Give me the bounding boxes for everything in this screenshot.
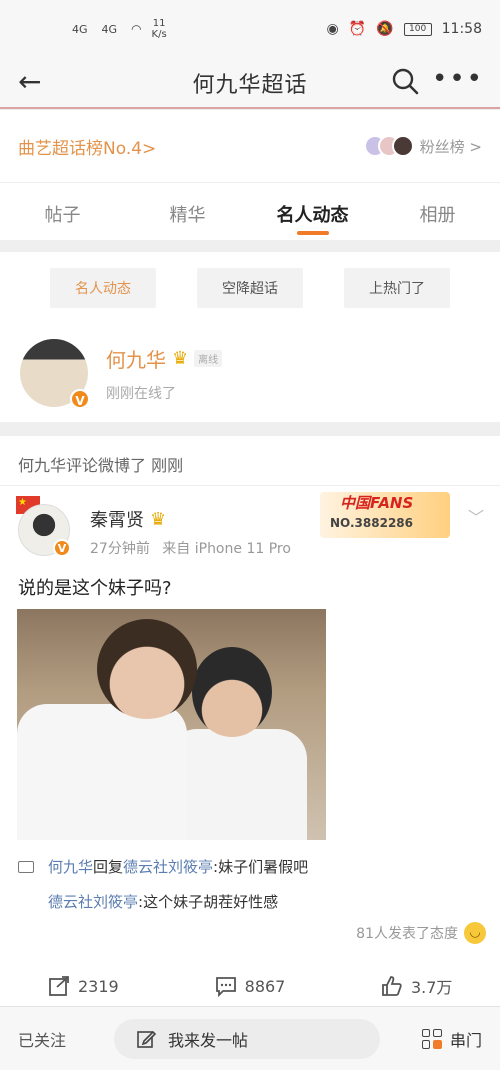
page-title: 何九华超话 xyxy=(192,73,308,98)
nav-divider xyxy=(0,107,500,109)
author-avatar[interactable]: V xyxy=(18,504,71,557)
clock-time: 11:58 xyxy=(441,21,482,37)
comment-body: :这个妹子胡茬好性感 xyxy=(138,893,279,911)
more-options-icon[interactable]: ••• xyxy=(432,64,484,94)
verified-icon: V xyxy=(53,539,71,557)
comment-user[interactable]: 何九华 xyxy=(48,856,93,877)
profile-name[interactable]: 何九华 xyxy=(106,344,166,373)
repost-icon xyxy=(49,976,69,996)
compose-label: 我来发一帖 xyxy=(168,1030,249,1050)
comment-count: 8867 xyxy=(244,976,286,996)
follow-button[interactable]: 已关注 xyxy=(18,1027,98,1051)
rank-label[interactable]: 曲艺超话榜No.4> xyxy=(18,134,156,159)
fans-badge-title: 中国FANS xyxy=(340,494,414,512)
comment-item[interactable]: 德云社刘筱亭 :这个妹子胡茬好性感 xyxy=(48,891,478,912)
fan-avatars xyxy=(363,135,414,157)
verified-icon: V xyxy=(70,389,90,409)
post-header: ★ V 秦霄贤 ♛ 27分钟前 来自 iPhone 11 Pro 中国FANS … xyxy=(16,492,486,566)
eye-icon: ◉ xyxy=(326,21,339,37)
author-name[interactable]: 秦霄贤 xyxy=(90,506,144,532)
comment-verb: 回复 xyxy=(93,858,124,876)
reaction-text: 81人发表了态度 xyxy=(356,926,458,942)
nav-bar: ← 何九华超话 ••• xyxy=(0,58,500,108)
edit-icon xyxy=(137,1030,156,1048)
comment-target[interactable]: 德云社刘筱亭 xyxy=(123,856,213,877)
comment-item[interactable]: 何九华 回复 德云社刘筱亭 :妹子们暑假吧 xyxy=(18,856,478,877)
wifi-icon: ◠ xyxy=(131,22,142,36)
speed-unit: K/s xyxy=(151,29,167,40)
speed-value: 11 xyxy=(152,18,166,29)
back-arrow-icon[interactable]: ← xyxy=(18,68,41,96)
reaction-summary[interactable]: 81人发表了态度 ◡ xyxy=(356,922,486,944)
post-source: 来自 iPhone 11 Pro xyxy=(162,541,291,557)
post-photo[interactable] xyxy=(17,609,326,840)
status-bar: 4G 4G ◠ 11 K/s ◉ ⏰ 🔕 100 11:58 xyxy=(0,0,500,58)
comment-body: :妹子们暑假吧 xyxy=(213,858,309,876)
smile-emoji-icon: ◡ xyxy=(464,922,486,944)
online-status: 刚刚在线了 xyxy=(106,385,176,402)
tab-featured[interactable]: 精华 xyxy=(125,183,250,240)
network-speed: 11 K/s xyxy=(152,18,167,40)
avatar[interactable]: V xyxy=(20,339,90,409)
thumbs-up-icon xyxy=(382,976,402,996)
crown-icon: ♛ xyxy=(172,347,189,369)
filter-trending[interactable]: 上热门了 xyxy=(344,268,450,308)
photo-figure xyxy=(192,647,272,737)
post-actions: 2319 8867 3.7万 xyxy=(0,966,500,1006)
fans-ranking[interactable]: 粉丝榜 > xyxy=(363,135,482,157)
fan-avatar xyxy=(391,135,414,157)
fans-badge-number: NO.3882286 xyxy=(330,516,413,530)
signal-1: 4G xyxy=(72,22,88,36)
fans-badge[interactable]: 中国FANS NO.3882286 xyxy=(320,492,450,538)
repost-button[interactable]: 2319 xyxy=(0,966,167,1006)
repost-count: 2319 xyxy=(77,976,119,996)
post-text: 说的是这个妹子吗? xyxy=(18,578,172,599)
tab-celebrity-updates[interactable]: 名人动态 xyxy=(250,183,375,240)
filter-row: 名人动态 空降超话 上热门了 xyxy=(0,252,500,324)
comment-list: 何九华 回复 德云社刘筱亭 :妹子们暑假吧 德云社刘筱亭 :这个妹子胡茬好性感 xyxy=(18,856,478,926)
mute-icon: 🔕 xyxy=(376,21,394,37)
tab-album[interactable]: 相册 xyxy=(375,183,500,240)
tab-posts[interactable]: 帖子 xyxy=(0,183,125,240)
rank-bar[interactable]: 曲艺超话榜No.4> 粉丝榜 > xyxy=(0,110,500,182)
alarm-icon: ⏰ xyxy=(348,21,367,37)
visit-label: 串门 xyxy=(449,1030,482,1050)
signal-2: 4G xyxy=(101,22,118,36)
crown-icon: ♛ xyxy=(150,508,167,530)
comment-icon xyxy=(18,860,34,873)
offline-badge: 离线 xyxy=(194,349,223,367)
like-count: 3.7万 xyxy=(410,978,453,997)
comment-user[interactable]: 德云社刘筱亭 xyxy=(48,891,138,912)
fans-label[interactable]: 粉丝榜 > xyxy=(420,136,482,157)
photo-figure xyxy=(97,619,197,719)
chevron-down-icon[interactable]: ﹀ xyxy=(468,504,484,528)
photo-figure xyxy=(167,729,307,840)
filter-celebrity-updates[interactable]: 名人动态 xyxy=(50,268,156,308)
bottom-bar: 已关注 我来发一帖 串门 xyxy=(0,1006,500,1070)
battery-icon: 100 xyxy=(403,22,432,36)
tab-bar: 帖子 精华 名人动态 相册 xyxy=(0,182,500,240)
filter-airdrop[interactable]: 空降超话 xyxy=(197,268,303,308)
post-card[interactable]: ★ V 秦霄贤 ♛ 27分钟前 来自 iPhone 11 Pro 中国FANS … xyxy=(0,486,500,1006)
comment-icon xyxy=(215,977,236,997)
like-button[interactable]: 3.7万 xyxy=(333,966,500,1006)
post-time: 27分钟前 xyxy=(90,541,150,557)
apps-grid-icon xyxy=(421,1028,442,1049)
photo-figure xyxy=(17,704,187,840)
post-meta: 27分钟前 来自 iPhone 11 Pro xyxy=(90,538,291,558)
visit-button[interactable]: 串门 xyxy=(421,1027,482,1051)
search-icon[interactable] xyxy=(390,66,420,96)
compose-button[interactable]: 我来发一帖 xyxy=(114,1018,380,1059)
comment-button[interactable]: 8867 xyxy=(167,966,334,1006)
activity-line: 何九华评论微博了 刚刚 xyxy=(0,436,500,486)
celebrity-profile[interactable]: V 何九华 ♛ 离线 刚刚在线了 xyxy=(0,324,500,422)
